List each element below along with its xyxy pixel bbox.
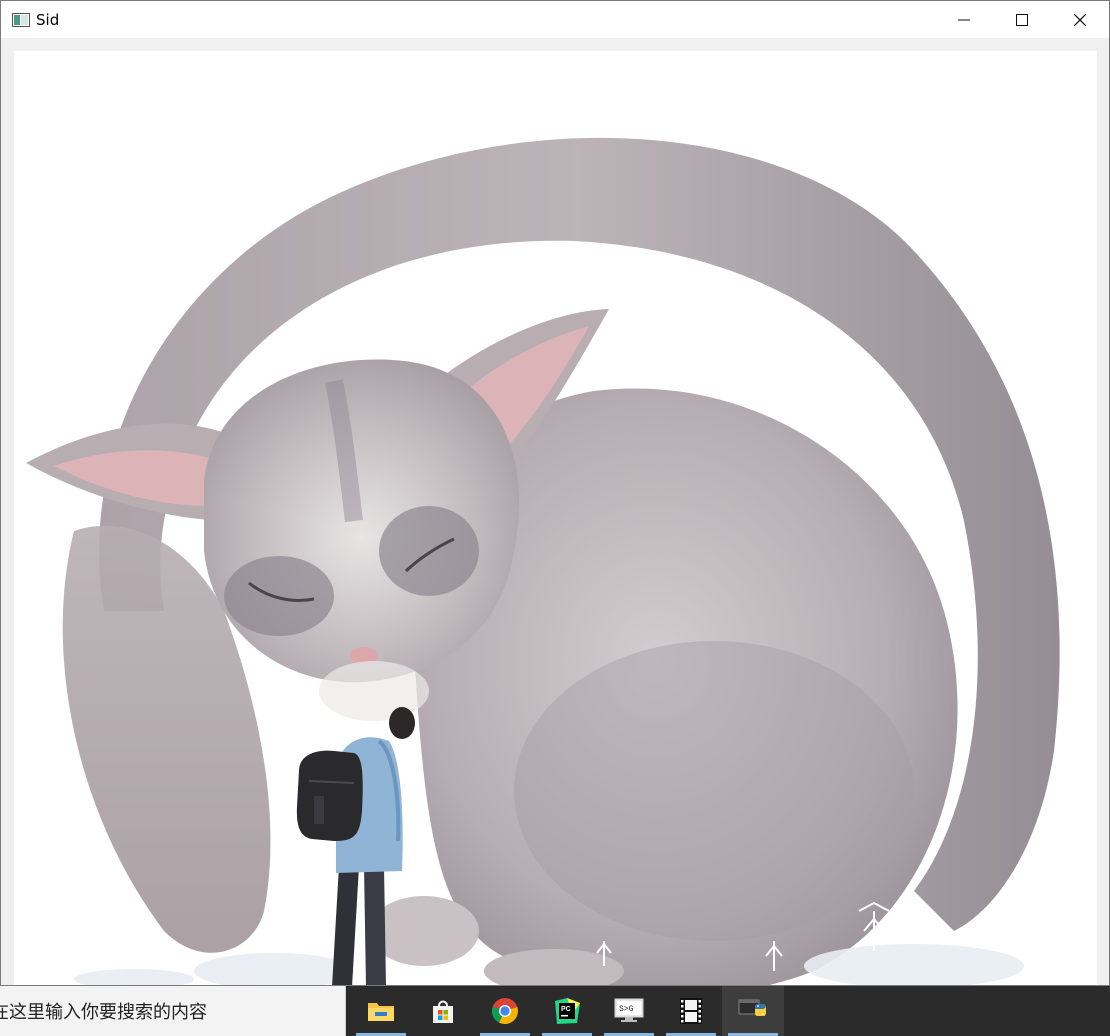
chrome-icon: [491, 998, 518, 1025]
close-icon: [1074, 13, 1086, 26]
python-icon: [738, 999, 766, 1016]
terminal-icon: S>G: [614, 998, 644, 1022]
app-window-icon: [11, 12, 31, 27]
maximize-button[interactable]: [993, 1, 1051, 38]
taskbar-python[interactable]: [722, 986, 784, 1036]
minimize-button[interactable]: [935, 1, 993, 38]
app-window: Sid: [0, 0, 1110, 986]
minimize-icon: [958, 19, 970, 20]
taskbar-apps: PC S>G: [350, 986, 784, 1036]
pycharm-icon: PC: [555, 998, 580, 1024]
maximize-icon: [1016, 13, 1028, 26]
microsoft-store-icon: [433, 1000, 453, 1023]
window-title: Sid: [36, 10, 60, 29]
svg-text:PC: PC: [561, 1006, 571, 1013]
title-bar[interactable]: Sid: [1, 1, 1109, 38]
close-button[interactable]: [1051, 1, 1109, 38]
taskbar: 在这里输入你要搜索的内容 PC S>G: [0, 986, 1110, 1036]
svg-text:S>G: S>G: [619, 1005, 634, 1014]
sugar-glider-illustration: [26, 137, 1060, 985]
window-controls: [935, 1, 1109, 38]
image-display: [14, 51, 1097, 985]
taskbar-chrome[interactable]: [474, 986, 536, 1036]
film-icon: [680, 998, 702, 1024]
taskbar-pycharm[interactable]: PC: [536, 986, 598, 1036]
taskbar-terminal[interactable]: S>G: [598, 986, 660, 1036]
file-explorer-icon: [368, 1003, 394, 1021]
taskbar-film[interactable]: [660, 986, 722, 1036]
taskbar-store[interactable]: [412, 986, 474, 1036]
taskbar-file-explorer[interactable]: [350, 986, 412, 1036]
search-placeholder: 在这里输入你要搜索的内容: [0, 1002, 207, 1023]
taskbar-search-box[interactable]: 在这里输入你要搜索的内容: [0, 986, 346, 1036]
